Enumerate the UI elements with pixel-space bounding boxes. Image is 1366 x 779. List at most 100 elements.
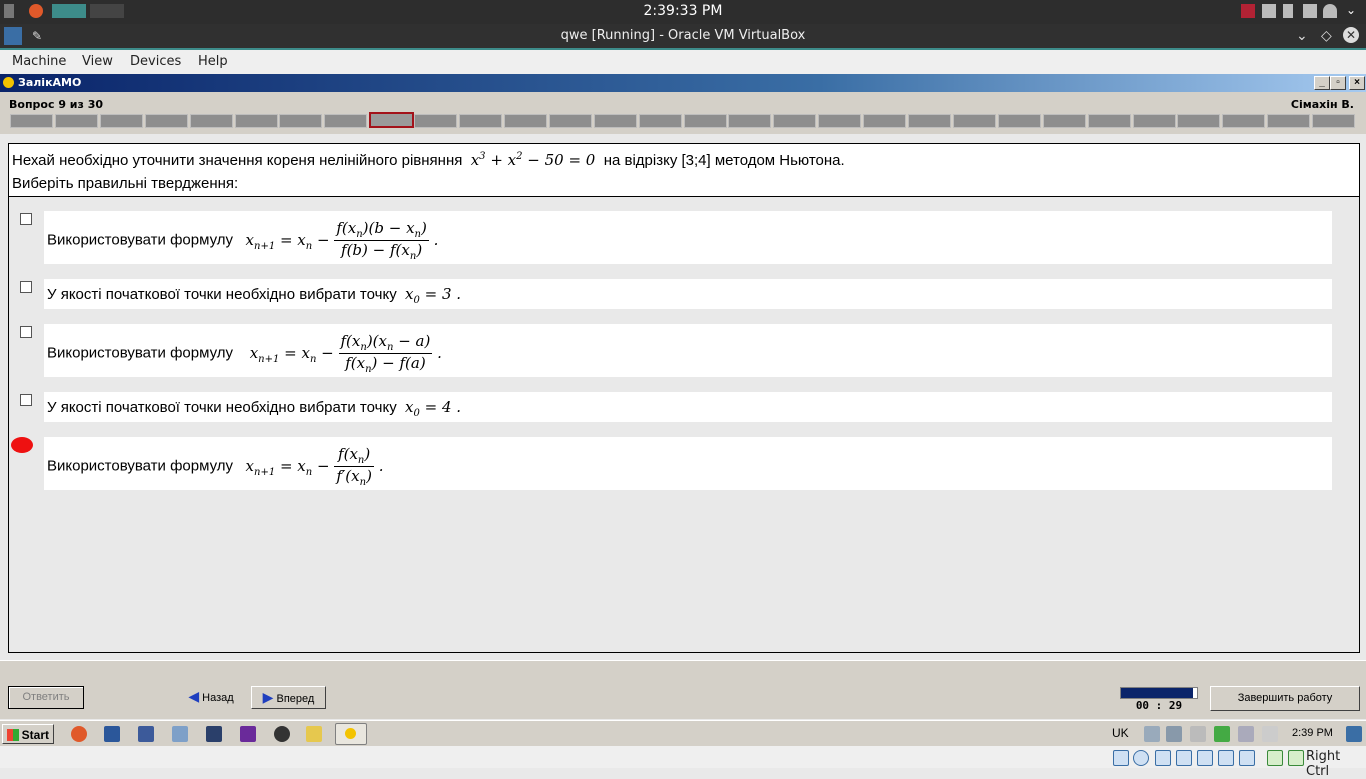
- show-desktop-icon[interactable]: [1346, 726, 1362, 742]
- audio-icon[interactable]: [1155, 750, 1171, 766]
- option-2-checkbox[interactable]: [20, 281, 32, 293]
- question-segment-3[interactable]: [99, 114, 143, 128]
- folder-icon[interactable]: [306, 726, 322, 742]
- question-segment-11[interactable]: [459, 114, 502, 128]
- optical-drive-icon[interactable]: [1133, 750, 1149, 766]
- next-button[interactable]: ▶ Вперед: [251, 686, 326, 709]
- option-1-checkbox[interactable]: [20, 213, 32, 225]
- tray-display-icon[interactable]: [1238, 726, 1254, 742]
- option-3[interactable]: Використовувати формулу xn+1 = xn − f(xn…: [44, 324, 1332, 377]
- display-icon[interactable]: [1303, 4, 1317, 18]
- tray-network-icon[interactable]: [1166, 726, 1182, 742]
- windows-logo-icon: [7, 729, 19, 741]
- question-segment-28[interactable]: [1222, 114, 1266, 128]
- hard-disk-icon[interactable]: [1113, 750, 1129, 766]
- us-flag-icon[interactable]: [1241, 4, 1255, 18]
- option-4-checkbox[interactable]: [20, 394, 32, 406]
- question-segment-19[interactable]: [818, 114, 862, 128]
- option-5-formula: xn+1 = xn − f(xn) f′(xn) .: [245, 445, 384, 488]
- language-indicator[interactable]: UK: [1112, 726, 1129, 740]
- question-segment-16[interactable]: [683, 114, 727, 128]
- close-icon[interactable]: ✕: [1343, 27, 1359, 43]
- question-segment-4[interactable]: [144, 114, 188, 128]
- minimize-icon[interactable]: ⌄: [1296, 28, 1310, 42]
- network-icon[interactable]: [172, 726, 188, 742]
- question-segment-5[interactable]: [189, 114, 233, 128]
- question-segment-2[interactable]: [54, 114, 98, 128]
- taskbar-clock[interactable]: 2:39 PM: [1292, 727, 1333, 739]
- usb-icon[interactable]: [1197, 750, 1213, 766]
- firefox-icon[interactable]: [71, 726, 87, 742]
- question-segment-24[interactable]: [1042, 114, 1086, 128]
- network-adapter-icon[interactable]: [1176, 750, 1192, 766]
- host-clock[interactable]: 2:39:33 PM: [0, 3, 1366, 19]
- question-segment-22[interactable]: [952, 114, 996, 128]
- finish-button[interactable]: Завершить работу: [1210, 686, 1360, 711]
- word-icon[interactable]: [104, 726, 120, 742]
- menu-help[interactable]: Help: [198, 54, 228, 69]
- zalik-task-button[interactable]: [335, 723, 367, 745]
- question-segment-21[interactable]: [908, 114, 951, 128]
- question-segment-25[interactable]: [1087, 114, 1131, 128]
- question-segment-6[interactable]: [234, 114, 278, 128]
- minimize-button[interactable]: _: [1314, 76, 1330, 90]
- menu-machine[interactable]: Machine: [12, 54, 66, 69]
- visio-icon[interactable]: [138, 726, 154, 742]
- option-4[interactable]: У якості початкової точки необхідно вибр…: [44, 392, 1332, 422]
- volume-icon[interactable]: [1262, 4, 1276, 18]
- close-button[interactable]: ×: [1349, 76, 1365, 90]
- option-3-checkbox[interactable]: [20, 326, 32, 338]
- question-segment-30[interactable]: [1312, 114, 1356, 128]
- tray-volume-icon[interactable]: [1262, 726, 1278, 742]
- question-segment-1[interactable]: [10, 114, 53, 128]
- back-button[interactable]: ◀ Назад: [180, 686, 242, 707]
- option-2-formula: x0 = 3 .: [405, 285, 462, 306]
- question-segment-10[interactable]: [414, 114, 458, 128]
- question-header: Вопрос 9 из 30 Сімахін В.: [0, 92, 1366, 134]
- maple-icon[interactable]: [206, 726, 222, 742]
- question-segment-13[interactable]: [548, 114, 592, 128]
- menu-devices[interactable]: Devices: [130, 54, 181, 69]
- option-1[interactable]: Використовувати формулу xn+1 = xn − f(xn…: [44, 211, 1332, 264]
- menu-view[interactable]: View: [82, 54, 113, 69]
- question-segment-7[interactable]: [279, 114, 323, 128]
- question-segment-23[interactable]: [997, 114, 1041, 128]
- question-segment-15[interactable]: [638, 114, 682, 128]
- option-1-text: Використовувати формулу: [47, 231, 234, 249]
- maximize-icon[interactable]: ◇: [1321, 28, 1335, 42]
- wifi-icon[interactable]: [1323, 4, 1337, 18]
- question-segment-8[interactable]: [324, 114, 368, 128]
- option-3-text: Використовувати формулу: [47, 344, 234, 362]
- answer-button[interactable]: Ответить: [8, 686, 84, 709]
- tray-security-icon[interactable]: [1214, 726, 1230, 742]
- question-segment-17[interactable]: [728, 114, 772, 128]
- chevron-down-icon[interactable]: ⌄: [1346, 4, 1360, 18]
- shared-folders-icon[interactable]: [1218, 750, 1234, 766]
- question-segment-27[interactable]: [1177, 114, 1221, 128]
- equation: x3 + x2 − 50 = 0: [470, 151, 596, 169]
- question-segment-12[interactable]: [503, 114, 547, 128]
- question-line-1: Нехай необхідно уточнити значення кореня…: [12, 151, 845, 169]
- question-segment-26[interactable]: [1132, 114, 1176, 128]
- timer-progress: [1120, 687, 1198, 699]
- question-segment-20[interactable]: [863, 114, 907, 128]
- visual-studio-icon[interactable]: [240, 726, 256, 742]
- question-segment-9[interactable]: [369, 112, 415, 128]
- option-4-formula: x0 = 4 .: [405, 398, 462, 419]
- option-5[interactable]: Використовувати формулу xn+1 = xn − f(xn…: [44, 437, 1332, 490]
- question-segment-18[interactable]: [773, 114, 817, 128]
- mouse-integration-icon[interactable]: [1288, 750, 1304, 766]
- tray-flag-icon[interactable]: [1190, 726, 1206, 742]
- display-status-icon[interactable]: [1239, 750, 1255, 766]
- clipboard-icon[interactable]: [1283, 4, 1293, 18]
- option-2[interactable]: У якості початкової точки необхідно вибр…: [44, 279, 1332, 309]
- question-segment-29[interactable]: [1267, 114, 1311, 128]
- start-button[interactable]: Start: [2, 724, 54, 744]
- eclipse-icon[interactable]: [274, 726, 290, 742]
- capture-icon[interactable]: [1267, 750, 1283, 766]
- question-segment-14[interactable]: [593, 114, 637, 128]
- tray-device-icon[interactable]: [1144, 726, 1160, 742]
- restore-button[interactable]: ▫: [1330, 76, 1346, 90]
- arrow-left-icon: ◀: [188, 688, 200, 704]
- question-text: Нехай необхідно уточнити значення кореня…: [12, 152, 463, 169]
